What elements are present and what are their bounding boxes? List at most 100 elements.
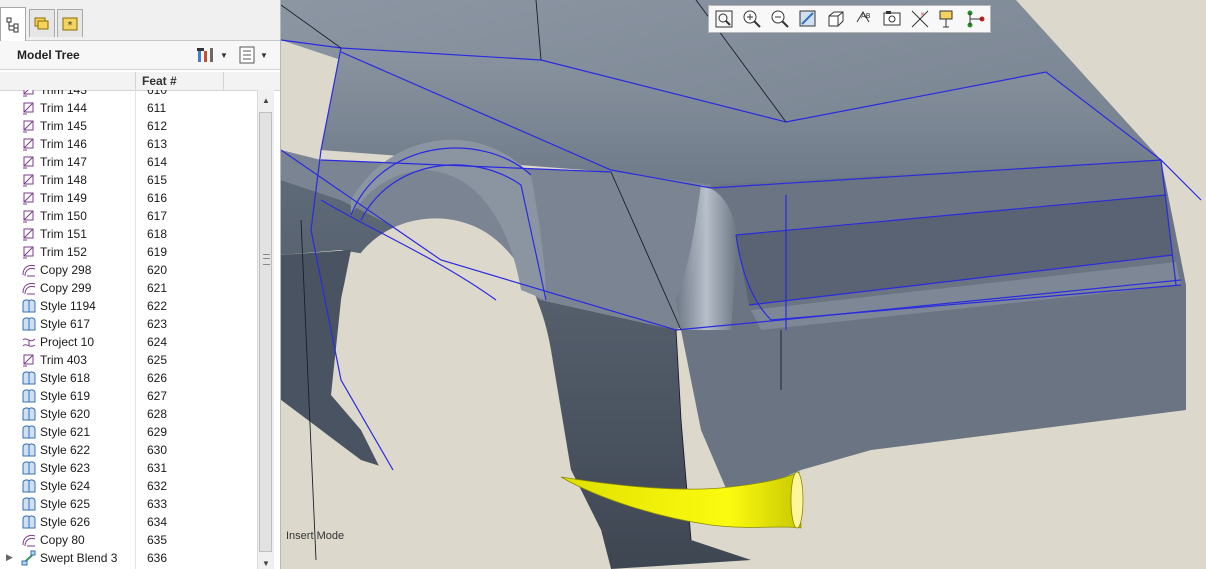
tree-row-feat: 624: [147, 335, 168, 349]
tree-row-name: Style 617: [40, 317, 91, 331]
tree-row[interactable]: Trim 152 619: [0, 243, 256, 261]
tree-column-header: Feat #: [0, 72, 280, 91]
navigator-tabs: *: [0, 0, 280, 41]
tree-row[interactable]: Trim 147 614: [0, 153, 256, 171]
tree-row[interactable]: Style 623 631: [0, 459, 256, 477]
scroll-thumb[interactable]: [259, 112, 272, 552]
style-icon: [22, 443, 36, 457]
svg-text:AB: AB: [861, 12, 871, 20]
tree-row[interactable]: Style 622 630: [0, 441, 256, 459]
trim-icon: [23, 174, 34, 187]
tree-row[interactable]: Style 625 633: [0, 495, 256, 513]
tree-row[interactable]: Trim 151 618: [0, 225, 256, 243]
tree-row-feat: 625: [147, 353, 168, 367]
tree-row[interactable]: Style 626 634: [0, 513, 256, 531]
display-style-icon: [828, 11, 844, 27]
view-manager-icon: [883, 11, 901, 26]
tree-row-feat: 634: [147, 515, 168, 529]
tree-columns-button[interactable]: ▼: [238, 45, 268, 65]
tree-row[interactable]: Style 618 626: [0, 369, 256, 387]
tree-row-feat: 622: [147, 299, 168, 313]
tree-row-name: Trim 146: [40, 137, 87, 151]
tree-row-name: Trim 143: [40, 90, 87, 97]
scroll-up-icon[interactable]: ▲: [258, 92, 274, 108]
display-style-button[interactable]: [825, 8, 847, 30]
tree-row[interactable]: Trim 146 613: [0, 135, 256, 153]
tree-row[interactable]: Style 619 627: [0, 387, 256, 405]
tree-row[interactable]: Style 621 629: [0, 423, 256, 441]
style-icon: [22, 389, 36, 403]
trim-icon: [23, 138, 34, 151]
model-tree-panel: * Model Tree ▼ ▼ Feat # Trim 143 610 Tri…: [0, 0, 281, 569]
style-icon: [22, 479, 36, 493]
zoom-in-button[interactable]: [741, 8, 763, 30]
tree-row[interactable]: Trim 148 615: [0, 171, 256, 189]
trim-icon: [23, 102, 34, 115]
style-icon: [22, 425, 36, 439]
expand-arrow-icon[interactable]: ▶: [6, 552, 13, 563]
zoom-out-button[interactable]: [769, 8, 791, 30]
tree-rows: Trim 143 610 Trim 144 611 Trim 145 612 Trim 14…: [0, 90, 256, 569]
trim-icon: [23, 120, 34, 133]
tree-row-feat: 627: [147, 389, 168, 403]
tree-row[interactable]: Trim 403 625: [0, 351, 256, 369]
tree-row-feat: 613: [147, 137, 168, 151]
tree-row-feat: 617: [147, 209, 168, 223]
tree-row-name: Trim 151: [40, 227, 87, 241]
tree-row-name: Trim 147: [40, 155, 87, 169]
tree-row[interactable]: Copy 298 620: [0, 261, 256, 279]
svg-text:×: ×: [920, 11, 925, 18]
repaint-icon: [799, 10, 816, 27]
saved-orientations-button[interactable]: AB: [853, 8, 875, 30]
tree-row-feat: 636: [147, 551, 168, 565]
view-manager-button[interactable]: [881, 8, 903, 30]
refit-button[interactable]: [713, 8, 735, 30]
scroll-down-icon[interactable]: ▼: [258, 555, 274, 569]
tree-row-name: Trim 148: [40, 173, 87, 187]
tree-row[interactable]: Trim 143 610: [0, 90, 256, 99]
tree-scrollbar[interactable]: ▲ ▼: [257, 90, 274, 569]
tree-row-feat: 631: [147, 461, 168, 475]
tab-model-tree[interactable]: [0, 7, 26, 41]
tab-favorites[interactable]: *: [57, 9, 83, 37]
tree-row[interactable]: Style 624 632: [0, 477, 256, 495]
tree-row-name: Style 619: [40, 389, 91, 403]
tree-row-name: Style 621: [40, 425, 91, 439]
datum-display-icon: ×: [911, 10, 929, 28]
tree-settings-button[interactable]: ▼: [196, 45, 228, 65]
graphics-window[interactable]: AB × Insert Mode: [281, 0, 1206, 569]
tree-columns-icon: [239, 46, 255, 64]
annotation-display-button[interactable]: [937, 8, 959, 30]
tab-folder-browser[interactable]: [29, 9, 55, 37]
project-icon: [22, 338, 36, 347]
tree-row[interactable]: Copy 80 635: [0, 531, 256, 549]
style-icon: [22, 299, 36, 313]
column-feat-header[interactable]: Feat #: [142, 74, 177, 88]
tree-row[interactable]: Project 10 624: [0, 333, 256, 351]
tree-settings-icon: [197, 48, 213, 62]
tree-row[interactable]: Trim 144 611: [0, 99, 256, 117]
repaint-button[interactable]: [797, 8, 819, 30]
tree-row[interactable]: Trim 149 616: [0, 189, 256, 207]
tree-row[interactable]: Trim 150 617: [0, 207, 256, 225]
tree-row-feat: 611: [147, 101, 167, 115]
spin-center-button[interactable]: [965, 8, 987, 30]
datum-display-button[interactable]: ×: [909, 8, 931, 30]
style-icon: [22, 515, 36, 529]
column-name-header[interactable]: [0, 72, 136, 90]
tree-row[interactable]: Trim 145 612: [0, 117, 256, 135]
tree-row-feat: 619: [147, 245, 168, 259]
tree-row-feat: 621: [147, 281, 168, 295]
tree-row[interactable]: Style 620 628: [0, 405, 256, 423]
tree-row-name: Copy 299: [40, 281, 92, 295]
tree-row[interactable]: Copy 299 621: [0, 279, 256, 297]
tree-row-feat: 633: [147, 497, 168, 511]
tree-row[interactable]: ▶ Swept Blend 3 636: [0, 549, 256, 567]
tree-row-feat: 635: [147, 533, 168, 547]
car-model-render[interactable]: [281, 0, 1206, 569]
tree-row[interactable]: Style 1194 622: [0, 297, 256, 315]
tree-row-feat: 612: [147, 119, 168, 133]
style-icon: [22, 317, 36, 331]
tree-row[interactable]: Style 617 623: [0, 315, 256, 333]
column-divider: [223, 72, 224, 90]
